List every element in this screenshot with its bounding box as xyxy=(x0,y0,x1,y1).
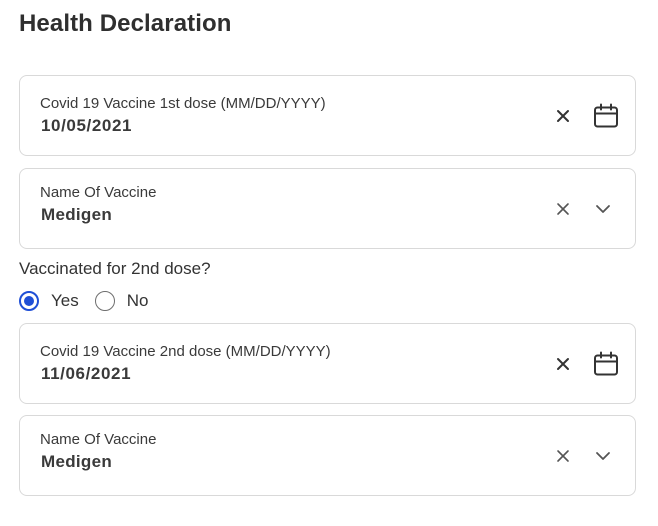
page-title: Health Declaration xyxy=(19,10,232,37)
vaccine1-label: Name Of Vaccine xyxy=(40,184,157,201)
chevron-down-icon xyxy=(596,205,610,213)
close-icon xyxy=(557,358,569,370)
vaccine2-value: Medigen xyxy=(41,452,113,471)
radio-yes-circle[interactable] xyxy=(19,291,39,311)
dose1-clear-button[interactable] xyxy=(552,105,574,127)
vaccine1-select[interactable]: Name Of Vaccine Medigen xyxy=(19,168,636,249)
dose2-clear-button[interactable] xyxy=(552,353,574,375)
radio-yes-label[interactable]: Yes xyxy=(51,291,79,311)
calendar-icon xyxy=(594,103,618,128)
dose2-calendar-button[interactable] xyxy=(591,349,621,379)
vaccine2-select[interactable]: Name Of Vaccine Medigen xyxy=(19,415,636,496)
dose1-date-field[interactable]: Covid 19 Vaccine 1st dose (MM/DD/YYYY) 1… xyxy=(19,75,636,156)
vaccine2-label: Name Of Vaccine xyxy=(40,431,157,448)
radio-yes[interactable]: Yes xyxy=(19,291,79,311)
radio-no[interactable]: No xyxy=(94,291,149,311)
close-icon xyxy=(557,203,569,215)
vaccine2-dropdown-button[interactable] xyxy=(592,445,614,467)
second-dose-radio-group: Yes No xyxy=(19,288,148,314)
vaccine2-clear-button[interactable] xyxy=(552,445,574,467)
vaccine1-dropdown-button[interactable] xyxy=(592,198,614,220)
close-icon xyxy=(557,110,569,122)
chevron-down-icon xyxy=(596,452,610,460)
dose1-calendar-button[interactable] xyxy=(591,101,621,131)
dose2-date-field[interactable]: Covid 19 Vaccine 2nd dose (MM/DD/YYYY) 1… xyxy=(19,323,636,404)
calendar-icon xyxy=(594,351,618,376)
dose2-date-label: Covid 19 Vaccine 2nd dose (MM/DD/YYYY) xyxy=(40,343,331,360)
dose1-date-label: Covid 19 Vaccine 1st dose (MM/DD/YYYY) xyxy=(40,95,326,112)
radio-no-label[interactable]: No xyxy=(127,291,149,311)
vaccine1-value: Medigen xyxy=(41,205,113,224)
close-icon xyxy=(557,450,569,462)
vaccine1-clear-button[interactable] xyxy=(552,198,574,220)
dose1-date-value[interactable]: 10/05/2021 xyxy=(41,116,132,136)
second-dose-question: Vaccinated for 2nd dose? xyxy=(19,259,211,278)
radio-no-circle[interactable] xyxy=(94,291,115,311)
dose2-date-value[interactable]: 11/06/2021 xyxy=(41,364,131,384)
